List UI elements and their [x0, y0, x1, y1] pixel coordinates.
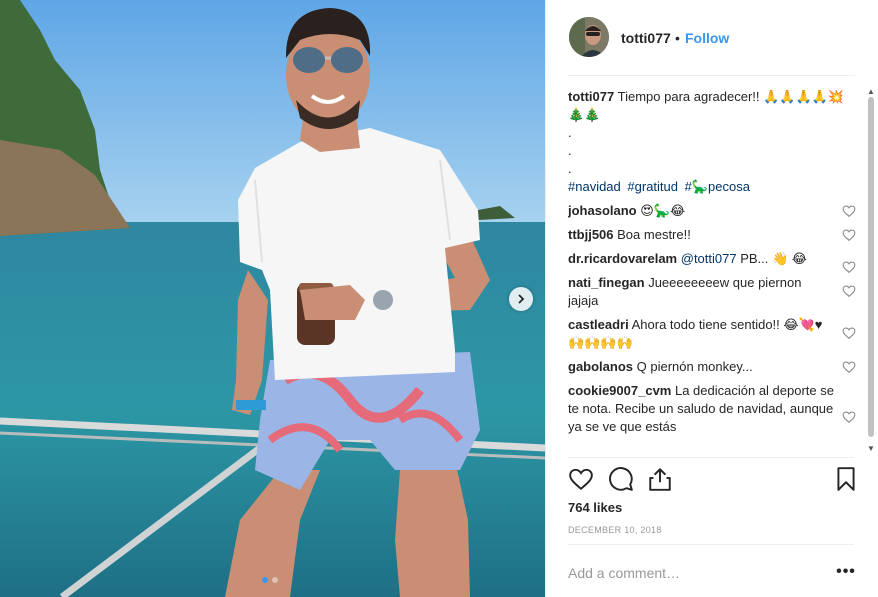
like-comment-heart-icon[interactable] [842, 228, 856, 242]
next-photo-button[interactable] [509, 287, 533, 311]
scroll-thumb[interactable] [868, 97, 874, 437]
like-comment-heart-icon[interactable] [842, 326, 856, 340]
divider [568, 457, 854, 458]
comment-item: ttbjj506 Boa mestre!! [568, 226, 858, 244]
like-comment-heart-icon[interactable] [842, 360, 856, 374]
scroll-up-arrow-icon[interactable]: ▲ [867, 88, 875, 96]
comment-item: castleadri Ahora todo tiene sentido!! 😂💘… [568, 316, 858, 352]
comments-scrollbar[interactable]: ▲ ▼ [865, 88, 877, 453]
chevron-right-icon [518, 294, 525, 304]
comment-username[interactable]: cookie9007_cvm [568, 383, 671, 398]
carousel-dot [272, 577, 278, 583]
comment-text: Boa mestre!! [617, 227, 691, 242]
comment-username[interactable]: ttbjj506 [568, 227, 614, 242]
avatar[interactable] [569, 17, 609, 57]
comment-text: 😍🦕😂 [640, 203, 686, 218]
divider [568, 544, 854, 545]
hashtag-link[interactable]: #navidad [568, 179, 621, 194]
caption-dot: . [568, 125, 572, 140]
carousel-indicator [262, 577, 278, 583]
divider [568, 75, 855, 76]
post-caption: totti077 Tiempo para agradecer!! 🙏🙏🙏🙏💥🎄🎄… [568, 88, 858, 196]
avatar-image [569, 17, 609, 57]
comment-username[interactable]: dr.ricardovarelam [568, 251, 677, 266]
photo-scene [0, 0, 545, 597]
hashtags: #navidad #gratitud #🦕pecosa [568, 178, 858, 196]
comment-username[interactable]: gabolanos [568, 359, 633, 374]
comment-username[interactable]: nati_finegan [568, 275, 645, 290]
comment-icon[interactable] [608, 466, 634, 492]
comment-mention[interactable]: @totti077 [681, 251, 737, 266]
hashtag-link[interactable]: #🦕pecosa [685, 179, 750, 194]
comment-username[interactable]: johasolano [568, 203, 637, 218]
like-comment-heart-icon[interactable] [842, 284, 856, 298]
post-header: totti077 • Follow [546, 0, 878, 76]
comment-item: cookie9007_cvm La dedicación al deporte … [568, 382, 858, 436]
like-comment-heart-icon[interactable] [842, 410, 856, 424]
post-photo[interactable] [0, 0, 545, 597]
caption-username[interactable]: totti077 [568, 89, 614, 104]
separator-dot: • [675, 30, 680, 46]
likes-count[interactable]: 764 likes [568, 500, 622, 515]
comment-item: gabolanos Q piernón monkey... [568, 358, 858, 376]
caption-dot: . [568, 143, 572, 158]
carousel-dot-active [262, 577, 268, 583]
comment-item: nati_finegan Jueeeeeeeew que piernon jaj… [568, 274, 858, 310]
post-side-panel: totti077 • Follow totti077 Tiempo para a… [545, 0, 878, 597]
like-comment-heart-icon[interactable] [842, 204, 856, 218]
follow-button[interactable]: Follow [685, 30, 729, 46]
post-date: DECEMBER 10, 2018 [568, 525, 662, 535]
hashtag-link[interactable]: #gratitud [627, 179, 678, 194]
scroll-down-arrow-icon[interactable]: ▼ [867, 445, 875, 453]
add-comment-input[interactable] [568, 563, 818, 583]
comment-item: dr.ricardovarelam @totti077 PB... 👋 😂 [568, 250, 858, 274]
post-author-username[interactable]: totti077 [621, 30, 671, 46]
comments-list[interactable]: totti077 Tiempo para agradecer!! 🙏🙏🙏🙏💥🎄🎄… [568, 88, 858, 453]
comment-text: Q piernón monkey... [636, 359, 753, 374]
heart-icon[interactable] [568, 466, 594, 492]
comment-item: johasolano 😍🦕😂 [568, 202, 858, 220]
comment-text: PB... 👋 😂 [736, 251, 807, 266]
like-comment-heart-icon[interactable] [842, 260, 856, 274]
share-icon[interactable] [647, 466, 673, 492]
comment-username[interactable]: castleadri [568, 317, 629, 332]
caption-dot: . [568, 161, 572, 176]
more-options-button[interactable]: ••• [835, 563, 857, 583]
bookmark-icon[interactable] [833, 466, 859, 492]
